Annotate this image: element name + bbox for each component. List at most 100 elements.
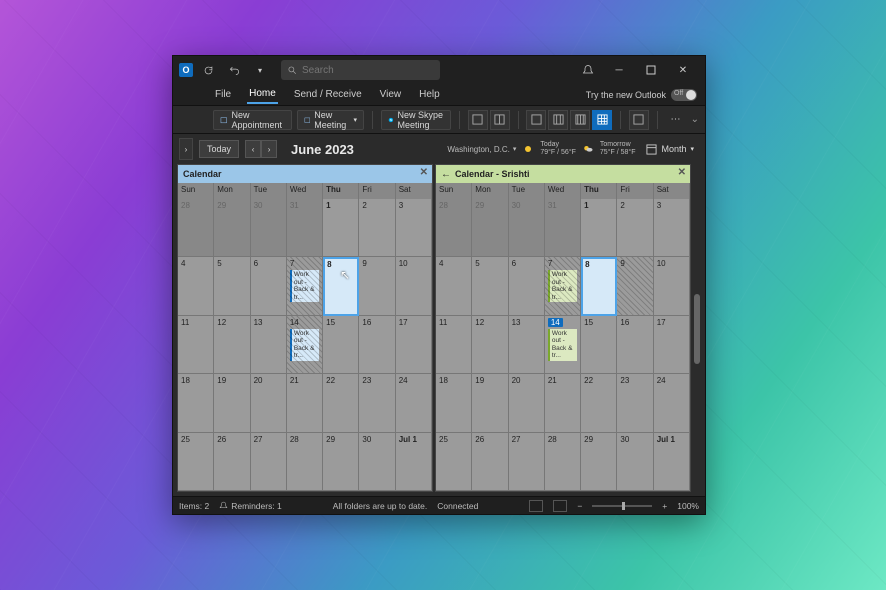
day-cell[interactable]: 1 (323, 199, 359, 257)
day-cell[interactable]: 20 (509, 374, 545, 432)
today-button[interactable]: Today (199, 140, 239, 158)
ribbon-day[interactable] (526, 110, 546, 130)
sync-icon[interactable] (197, 59, 219, 81)
menu-send-receive[interactable]: Send / Receive (292, 86, 364, 103)
ribbon-view-1[interactable] (468, 110, 488, 130)
day-cell[interactable]: Jul 1 (654, 433, 690, 491)
day-cell[interactable]: 29 (581, 433, 617, 491)
day-cell[interactable]: Jul 1 (396, 433, 432, 491)
day-cell[interactable]: 11 (178, 316, 214, 374)
day-cell[interactable]: 24 (654, 374, 690, 432)
calendar-event[interactable]: Work out - Back & tr... (290, 270, 319, 302)
day-cell[interactable]: 31 (287, 199, 323, 257)
day-cell[interactable]: 26 (214, 433, 250, 491)
zoom-in[interactable]: + (662, 501, 667, 511)
day-cell[interactable]: 8 (581, 257, 617, 315)
status-view-reading[interactable] (553, 500, 567, 512)
day-cell[interactable]: 9 (359, 257, 395, 315)
ribbon-month[interactable] (592, 110, 612, 130)
day-cell[interactable]: 28 (545, 433, 581, 491)
day-cell[interactable]: 29 (472, 199, 508, 257)
minimize-button[interactable]: ─ (603, 56, 635, 84)
day-cell[interactable]: 12 (214, 316, 250, 374)
day-cell[interactable]: 19 (214, 374, 250, 432)
expand-nav-button[interactable]: › (179, 138, 193, 160)
day-cell[interactable]: 11 (436, 316, 472, 374)
calendar-event[interactable]: Work out - Back & tr... (548, 329, 577, 361)
day-cell[interactable]: 17 (654, 316, 690, 374)
day-cell[interactable]: 30 (617, 433, 653, 491)
day-cell[interactable]: 27 (509, 433, 545, 491)
day-cell[interactable]: 25 (178, 433, 214, 491)
prev-month-button[interactable]: ‹ (245, 140, 261, 158)
day-cell[interactable]: 28 (436, 199, 472, 257)
day-cell[interactable]: 6 (251, 257, 287, 315)
zoom-slider[interactable] (592, 505, 652, 507)
day-cell[interactable]: 3 (396, 199, 432, 257)
scrollbar-thumb[interactable] (694, 294, 700, 364)
new-skype-meeting-button[interactable]: S New Skype Meeting (381, 110, 452, 130)
day-cell[interactable]: 27 (251, 433, 287, 491)
ribbon-view-2[interactable] (490, 110, 510, 130)
day-cell[interactable]: 18 (178, 374, 214, 432)
day-cell[interactable]: 2 (359, 199, 395, 257)
ribbon-collapse[interactable]: ⌄ (691, 114, 699, 125)
day-cell[interactable]: 13 (509, 316, 545, 374)
day-cell[interactable]: 6 (509, 257, 545, 315)
calendar-event[interactable]: Work out - Back & tr... (548, 270, 577, 302)
day-cell[interactable]: 25 (436, 433, 472, 491)
day-cell[interactable]: 23 (359, 374, 395, 432)
try-new-outlook[interactable]: Try the new Outlook Off (586, 89, 697, 101)
day-cell[interactable]: 18 (436, 374, 472, 432)
ribbon-schedule[interactable] (629, 110, 649, 130)
day-cell[interactable]: 26 (472, 433, 508, 491)
search-input[interactable] (302, 65, 434, 76)
close-button[interactable]: ✕ (667, 56, 699, 84)
day-cell[interactable]: 30 (359, 433, 395, 491)
day-cell[interactable]: 10 (396, 257, 432, 315)
day-cell[interactable]: 31 (545, 199, 581, 257)
day-cell[interactable]: 30 (251, 199, 287, 257)
day-cell[interactable]: 4 (436, 257, 472, 315)
ribbon-more[interactable]: ⋯ (666, 110, 686, 130)
day-cell[interactable]: 30 (509, 199, 545, 257)
day-cell[interactable]: 13 (251, 316, 287, 374)
day-cell[interactable]: 29 (214, 199, 250, 257)
day-cell[interactable]: 28 (178, 199, 214, 257)
menu-file[interactable]: File (213, 86, 233, 103)
day-cell[interactable]: 28 (287, 433, 323, 491)
day-cell[interactable]: 2 (617, 199, 653, 257)
day-cell[interactable]: 9 (617, 257, 653, 315)
day-cell[interactable]: 14Work out - Back & tr... (545, 316, 581, 374)
day-cell[interactable]: 4 (178, 257, 214, 315)
try-new-toggle[interactable]: Off (671, 89, 697, 101)
ribbon-workweek[interactable] (548, 110, 568, 130)
status-view-normal[interactable] (529, 500, 543, 512)
day-cell[interactable]: 7Work out - Back & tr... (287, 257, 323, 315)
day-cell[interactable]: 16 (617, 316, 653, 374)
weather-location[interactable]: Washington, D.C.▾ (447, 145, 516, 154)
status-reminders[interactable]: Reminders: 1 (219, 501, 282, 511)
calendar-back-button[interactable]: ← (441, 169, 451, 180)
day-cell[interactable]: 15 (581, 316, 617, 374)
new-appointment-button[interactable]: New Appointment (213, 110, 292, 130)
titlebar-dropdown[interactable]: ▾ (249, 59, 271, 81)
day-cell[interactable]: 15 (323, 316, 359, 374)
day-cell[interactable]: 22 (323, 374, 359, 432)
notifications-icon[interactable] (577, 59, 599, 81)
day-cell[interactable]: 3 (654, 199, 690, 257)
calendar-header[interactable]: Calendar✕ (178, 165, 432, 183)
day-cell[interactable]: 21 (287, 374, 323, 432)
day-cell[interactable]: 10 (654, 257, 690, 315)
vertical-scrollbar[interactable] (693, 164, 701, 492)
day-cell[interactable]: 16 (359, 316, 395, 374)
day-cell[interactable]: 7Work out - Back & tr... (545, 257, 581, 315)
zoom-out[interactable]: − (577, 501, 582, 511)
day-cell[interactable]: 5 (214, 257, 250, 315)
ribbon-week[interactable] (570, 110, 590, 130)
day-cell[interactable]: 17 (396, 316, 432, 374)
calendar-event[interactable]: Work out - Back & tr... (290, 329, 319, 361)
day-cell[interactable]: 14Work out - Back & tr... (287, 316, 323, 374)
day-cell[interactable]: 20 (251, 374, 287, 432)
menu-help[interactable]: Help (417, 86, 442, 103)
